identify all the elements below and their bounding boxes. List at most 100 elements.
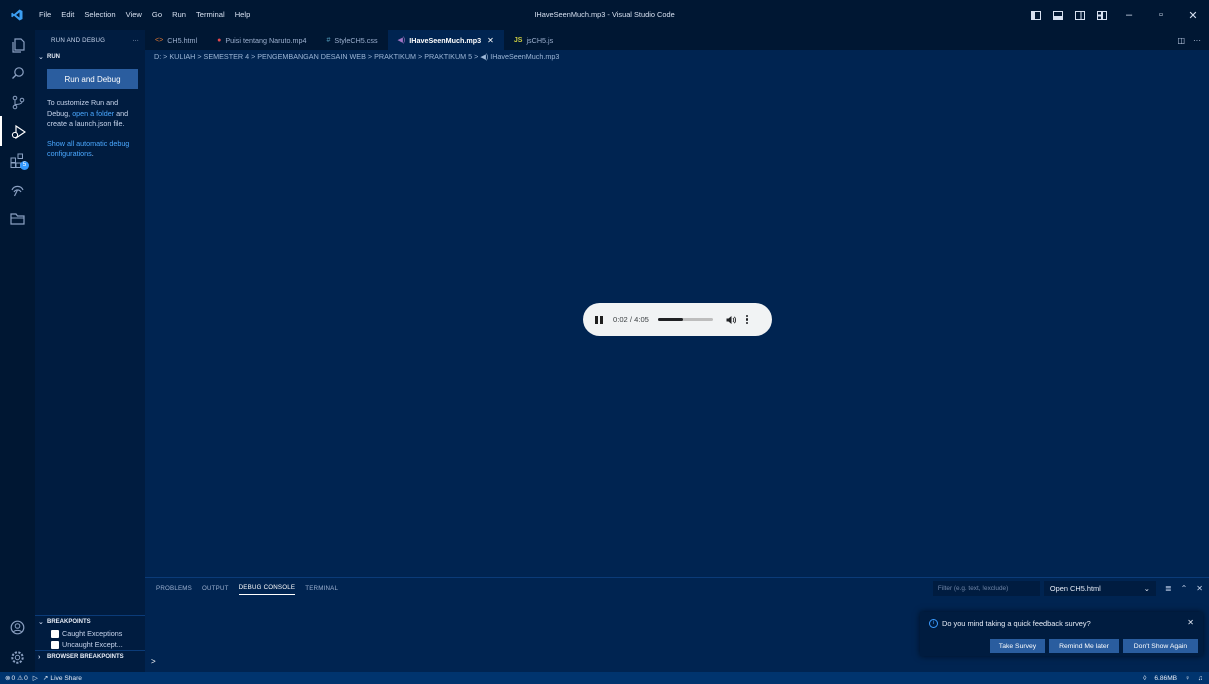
tab-terminal[interactable]: TERMINAL — [305, 582, 338, 595]
explorer-icon[interactable] — [0, 30, 35, 60]
tab-ihaveseenmuch-mp3[interactable]: ◀) IHaveSeenMuch.mp3 ✕ — [387, 30, 504, 50]
clear-console-icon[interactable]: ≣ — [1165, 584, 1172, 593]
memory-usage: 6.86MB — [1154, 674, 1178, 682]
accounts-status-icon[interactable]: ♀ — [1185, 675, 1190, 682]
tab-problems[interactable]: PROBLEMS — [156, 582, 192, 595]
menu-edit[interactable]: Edit — [56, 0, 79, 30]
extensions-icon[interactable]: 5 — [0, 145, 35, 175]
audio-time: 0:02 / 4:05 — [613, 315, 649, 324]
html-file-icon: <> — [155, 36, 164, 44]
close-tab-icon[interactable]: ✕ — [487, 36, 494, 45]
audio-progress-fill — [657, 318, 683, 321]
breakpoint-caught-exceptions[interactable]: Caught Exceptions — [35, 628, 145, 639]
audio-progress-slider[interactable] — [657, 318, 713, 321]
more-options-icon[interactable] — [745, 314, 749, 325]
browser-breakpoints-section-header[interactable]: › BROWSER BREAKPOINTS — [35, 650, 145, 663]
remote-explorer-icon[interactable] — [0, 174, 35, 204]
breakpoints-area: ⌄ BREAKPOINTS Caught Exceptions Uncaught… — [35, 615, 145, 663]
tab-stylech5-css[interactable]: # StyleCH5.css — [317, 30, 388, 50]
menu-terminal[interactable]: Terminal — [191, 0, 230, 30]
checkbox[interactable] — [51, 640, 59, 649]
run-section-header[interactable]: ⌄ RUN — [35, 50, 145, 63]
menu-help[interactable]: Help — [230, 0, 256, 30]
split-editor-icon[interactable]: ◫ — [1177, 36, 1185, 45]
menu-view[interactable]: View — [121, 0, 147, 30]
run-and-debug-icon[interactable] — [0, 116, 35, 146]
live-share-icon: ↗ — [42, 675, 49, 682]
maximize-panel-icon[interactable]: ⌃ — [1181, 584, 1188, 593]
remind-later-button[interactable]: Remind Me later — [1049, 639, 1119, 653]
chevron-down-icon: ⌄ — [1143, 583, 1150, 593]
sidebar-header: RUN AND DEBUG ··· — [35, 30, 145, 50]
breadcrumb[interactable]: D: > KULIAH > SEMESTER 4 > PENGEMBANGAN … — [145, 50, 1209, 63]
pin-icon[interactable]: ◊ — [1143, 675, 1146, 682]
customize-layout-icon[interactable] — [1091, 0, 1113, 30]
warning-icon: ⚠ — [17, 675, 24, 682]
manage-gear-icon[interactable] — [0, 642, 35, 672]
pause-icon[interactable] — [595, 315, 603, 324]
debug-console-prompt[interactable]: > — [151, 657, 156, 666]
breakpoint-uncaught-exceptions[interactable]: Uncaught Except... — [35, 639, 145, 650]
debug-status-icon[interactable]: ▷ — [33, 674, 38, 682]
live-share-button[interactable]: ↗ Live Share — [42, 674, 82, 683]
run-help-text: To customize Run and Debug, open a folde… — [47, 98, 129, 128]
video-file-icon: ● — [217, 36, 222, 44]
folder-icon[interactable] — [0, 203, 35, 233]
tab-output[interactable]: OUTPUT — [202, 582, 229, 595]
status-bar: ⊗ 0 ⚠ 0 ▷ ↗ Live Share ◊ 6.86MB ♀ ♫ — [0, 672, 1209, 684]
minimize-icon[interactable]: – — [1113, 0, 1145, 30]
restore-icon[interactable]: ▫ — [1145, 0, 1177, 30]
checkbox[interactable] — [51, 629, 59, 638]
menu-run[interactable]: Run — [167, 0, 191, 30]
run-and-debug-button[interactable]: Run and Debug — [47, 69, 138, 89]
tab-debug-console[interactable]: DEBUG CONSOLE — [238, 581, 296, 595]
tab-puisi-naruto-mp4[interactable]: ● Puisi tentang Naruto.mp4 — [207, 30, 316, 50]
debug-console-filter-input[interactable]: Filter (e.g. text, !exclude) — [932, 580, 1040, 596]
menu-file[interactable]: File — [34, 0, 56, 30]
breakpoints-section-header[interactable]: ⌄ BREAKPOINTS — [35, 615, 145, 628]
notifications-bell-icon[interactable]: ♫ — [1198, 675, 1203, 682]
audio-player: 0:02 / 4:05 — [583, 303, 772, 336]
source-control-icon[interactable] — [0, 87, 35, 117]
problems-status[interactable]: ⊗ 0 ⚠ 0 — [5, 674, 28, 683]
accounts-icon[interactable] — [0, 612, 35, 642]
error-icon: ⊗ — [5, 675, 11, 682]
title-bar: File Edit Selection View Go Run Terminal… — [0, 0, 1209, 30]
debug-session-select[interactable]: Open CH5.html ⌄ — [1043, 580, 1156, 596]
toggle-secondary-sidebar-icon[interactable] — [1069, 0, 1091, 30]
tab-jsch5-js[interactable]: JS jsCH5.js — [504, 30, 563, 50]
editor-tabs: <> CH5.html ● Puisi tentang Naruto.mp4 #… — [145, 30, 1209, 50]
more-actions-icon[interactable]: ··· — [132, 37, 139, 44]
close-window-icon[interactable]: ✕ — [1177, 0, 1209, 30]
css-file-icon: # — [326, 36, 331, 44]
toggle-panel-icon[interactable] — [1047, 0, 1069, 30]
open-folder-link[interactable]: open a folder — [72, 109, 114, 118]
take-survey-button[interactable]: Take Survey — [990, 639, 1045, 653]
menu-selection[interactable]: Selection — [79, 0, 120, 30]
search-icon[interactable] — [0, 58, 35, 88]
volume-icon[interactable] — [726, 315, 736, 325]
close-notification-icon[interactable]: ✕ — [1187, 618, 1194, 627]
activity-bar: 5 — [0, 30, 35, 672]
toggle-primary-sidebar-icon[interactable] — [1025, 0, 1047, 30]
info-icon: i — [929, 619, 938, 628]
audio-file-icon: ◀) — [397, 37, 406, 44]
dont-show-again-button[interactable]: Don't Show Again — [1123, 639, 1198, 653]
more-actions-icon[interactable]: ··· — [1193, 36, 1201, 45]
chevron-down-icon: ⌄ — [38, 619, 44, 626]
chevron-down-icon: ⌄ — [38, 53, 44, 61]
notification-message: Do you mind taking a quick feedback surv… — [942, 619, 1091, 628]
tab-ch5-html[interactable]: <> CH5.html — [145, 30, 207, 50]
survey-notification: i Do you mind taking a quick feedback su… — [920, 612, 1203, 656]
sidebar-title: RUN AND DEBUG — [51, 36, 106, 44]
show-all-configurations-link[interactable]: Show all automatic debug configurations — [47, 139, 129, 159]
show-configs-text: Show all automatic debug configurations. — [47, 138, 130, 159]
vscode-logo-icon — [0, 0, 34, 30]
extensions-badge: 5 — [20, 161, 29, 170]
js-file-icon: JS — [513, 36, 523, 44]
sidebar: RUN AND DEBUG ··· ⌄ RUN Run and Debug To… — [35, 30, 145, 672]
menu-bar: File Edit Selection View Go Run Terminal… — [34, 0, 255, 30]
menu-go[interactable]: Go — [147, 0, 167, 30]
close-panel-icon[interactable]: ✕ — [1196, 584, 1203, 593]
chevron-right-icon: › — [38, 653, 41, 661]
